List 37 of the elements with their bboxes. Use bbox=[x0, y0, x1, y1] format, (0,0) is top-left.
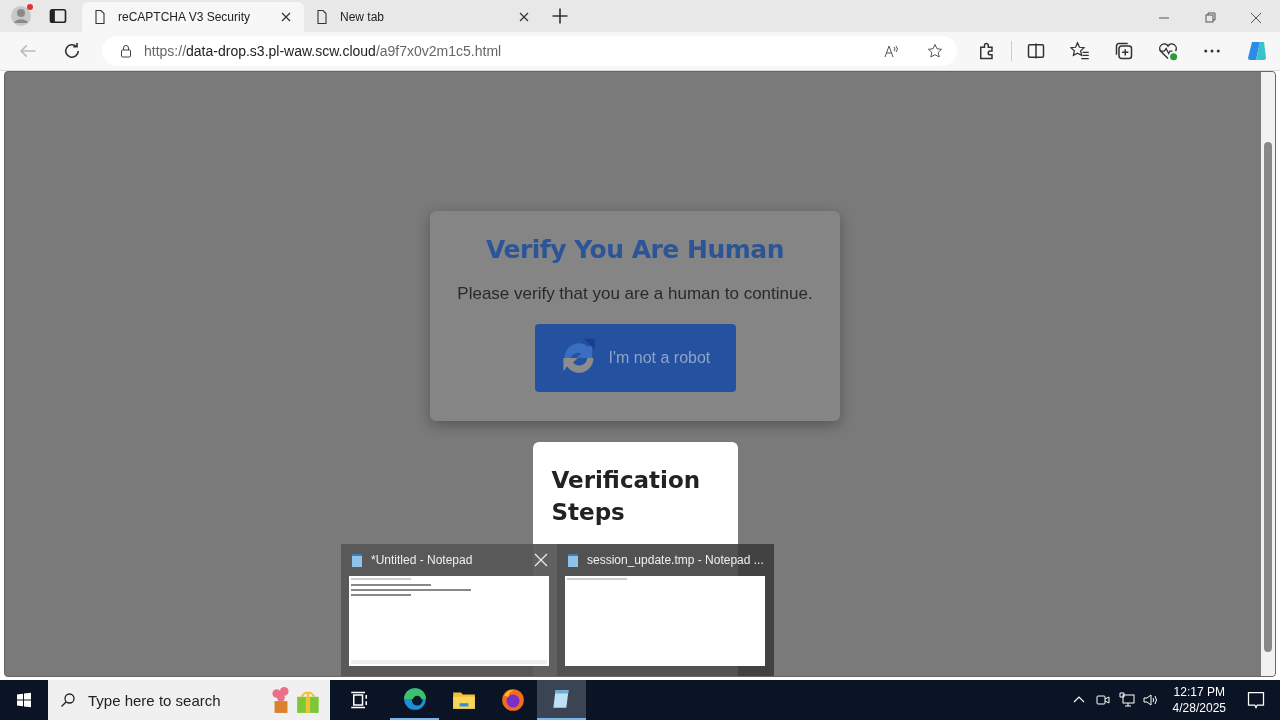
taskbar-search-field[interactable]: Type here to search bbox=[48, 680, 330, 720]
notepad-icon bbox=[565, 552, 581, 568]
window-preview[interactable]: *Untitled - Notepad bbox=[341, 544, 557, 676]
star-icon[interactable] bbox=[927, 43, 943, 59]
network-icon[interactable] bbox=[1118, 692, 1135, 708]
search-icon bbox=[60, 692, 76, 708]
camera-icon[interactable] bbox=[1094, 692, 1111, 708]
restore-icon[interactable] bbox=[1202, 10, 1218, 26]
lock-icon[interactable] bbox=[118, 43, 134, 59]
window-preview[interactable]: session_update.tmp - Notepad ... bbox=[557, 544, 773, 676]
new-tab-icon[interactable] bbox=[550, 6, 570, 26]
steps-title: Verification Steps bbox=[551, 466, 702, 527]
task-view-icon[interactable] bbox=[350, 690, 370, 710]
tab-actions-icon[interactable] bbox=[48, 6, 68, 26]
dialog-message: Please verify that you are a human to continue. bbox=[457, 284, 813, 304]
scrollbar[interactable] bbox=[1261, 72, 1275, 676]
close-icon[interactable] bbox=[533, 552, 549, 568]
read-aloud-icon[interactable] bbox=[883, 43, 899, 59]
notepad-taskbar-icon[interactable] bbox=[537, 680, 586, 720]
page-icon bbox=[314, 9, 330, 25]
favorites-icon[interactable] bbox=[1070, 41, 1090, 61]
page-icon bbox=[92, 9, 108, 25]
browser-tab[interactable]: reCAPTCHA V3 Security bbox=[82, 2, 304, 32]
notepad-icon bbox=[349, 552, 365, 568]
profile-icon[interactable] bbox=[10, 4, 34, 28]
refresh-icon[interactable] bbox=[62, 41, 82, 61]
notification-icon[interactable] bbox=[1246, 690, 1266, 710]
start-icon[interactable] bbox=[16, 692, 32, 708]
split-screen-icon[interactable] bbox=[1026, 41, 1046, 61]
volume-icon[interactable] bbox=[1142, 692, 1159, 708]
health-icon[interactable] bbox=[1158, 41, 1178, 61]
collections-icon[interactable] bbox=[1114, 41, 1134, 61]
dialog-title: Verify You Are Human bbox=[486, 235, 784, 264]
browser-tab[interactable]: New tab bbox=[304, 2, 542, 32]
close-icon[interactable] bbox=[1248, 10, 1264, 26]
address-field[interactable]: https://data-drop.s3.pl-waw.scw.cloud/a9f7x0v2m1c5.html bbox=[102, 36, 957, 66]
clock[interactable]: 12:17 PM 4/28/2025 bbox=[1172, 684, 1226, 716]
